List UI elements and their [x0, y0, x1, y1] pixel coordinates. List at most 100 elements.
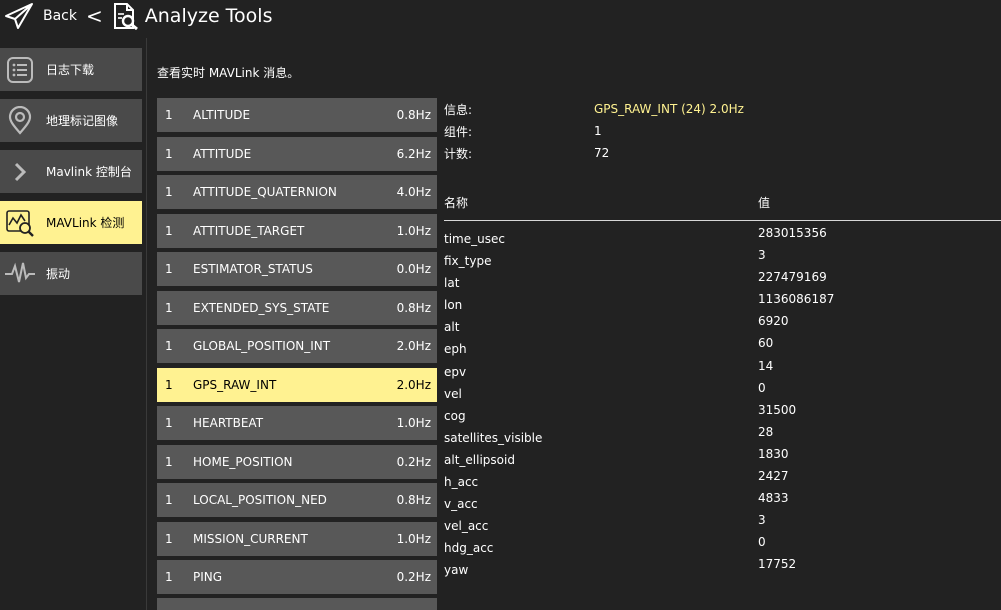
back-button[interactable]: Back < [4, 2, 103, 30]
message-name: GLOBAL_POSITION_INT [193, 339, 331, 353]
map-pin-icon [2, 103, 38, 139]
field-row: alt_ellipsoid 1830 [444, 447, 1001, 469]
field-name: h_acc [444, 475, 479, 490]
field-row: lon 1136086187 [444, 292, 1001, 314]
message-rate: 0.0Hz [396, 262, 431, 276]
message-rate: 0.2Hz [396, 454, 431, 469]
chart-inspect-icon [2, 205, 38, 241]
waveform-icon [2, 256, 38, 292]
toolbar: Back < Analyze Tools [0, 0, 1001, 32]
field-value: 2427 [758, 469, 789, 484]
column-header-name: 名称 [444, 196, 469, 210]
message-row[interactable]: 1 HOME_POSITION 0.2Hz [157, 444, 437, 479]
message-component-id: 1 [165, 262, 173, 276]
message-name: PING [193, 570, 223, 584]
sidebar-item-label: MAVLink 检测 [46, 216, 125, 230]
field-row: h_acc 2427 [444, 469, 1001, 491]
sidebar-item-geotag-images[interactable]: 地理标记图像 [0, 99, 142, 142]
back-label: Back [43, 8, 77, 24]
field-value: 1136086187 [758, 292, 835, 307]
message-row-partial[interactable] [157, 598, 437, 610]
message-name: EXTENDED_SYS_STATE [193, 300, 330, 315]
sidebar: 日志下载 地理标记图像 Mavlink 控制台 MAVLink 检测 振动 [0, 38, 147, 610]
field-value: 17752 [758, 557, 797, 572]
message-component-id: 1 [165, 185, 173, 199]
field-row: satellites_visible 28 [444, 425, 1001, 447]
field-name: vel [444, 386, 462, 401]
sidebar-item-log-download[interactable]: 日志下载 [0, 48, 142, 91]
field-value: 28 [758, 424, 774, 439]
info-component-value: 1 [594, 124, 602, 138]
message-row[interactable]: 1 MISSION_CURRENT 1.0Hz [157, 521, 437, 556]
field-name: lat [444, 276, 460, 291]
field-name: time_usec [444, 232, 505, 246]
paper-plane-icon [5, 3, 33, 29]
message-rate: 6.2Hz [396, 146, 431, 161]
field-value: 227479169 [758, 270, 827, 285]
field-name: alt [444, 320, 460, 335]
message-rate: 0.2Hz [396, 570, 431, 584]
message-row[interactable]: 1 LOCAL_POSITION_NED 0.8Hz [157, 483, 437, 517]
field-row: lat 227479169 [444, 270, 1001, 292]
message-name: LOCAL_POSITION_NED [193, 493, 327, 507]
sidebar-item-mavlink-console[interactable]: Mavlink 控制台 [0, 150, 142, 193]
field-name: vel_acc [444, 519, 489, 534]
field-name: v_acc [444, 497, 478, 512]
field-row: epv 14 [444, 359, 1001, 381]
page-description: 查看实时 MAVLink 消息。 [157, 66, 300, 80]
message-row[interactable]: 1 GLOBAL_POSITION_INT 2.0Hz [157, 329, 437, 363]
message-row[interactable]: 1 ALTITUDE 0.8Hz [157, 98, 437, 132]
message-name: ATTITUDE_TARGET [193, 223, 305, 238]
back-chevron: < [86, 4, 103, 28]
field-row: eph 60 [444, 336, 1001, 358]
message-row[interactable]: 1 PING 0.2Hz [157, 560, 437, 594]
field-name: cog [444, 408, 466, 423]
info-count-value: 72 [594, 146, 610, 160]
info-message-value: GPS_RAW_INT (24) 2.0Hz [594, 102, 744, 116]
info-count-label: 计数: [444, 146, 473, 161]
message-rate: 1.0Hz [396, 531, 431, 546]
message-info: 信息: GPS_RAW_INT (24) 2.0Hz 组件: 1 计数: 72 [444, 98, 944, 164]
message-component-id: 1 [165, 377, 173, 392]
sidebar-item-vibration[interactable]: 振动 [0, 252, 142, 295]
field-value: 3 [758, 248, 766, 263]
info-component-row: 组件: 1 [444, 120, 944, 142]
message-row[interactable]: 1 HEARTBEAT 1.0Hz [157, 406, 437, 440]
field-name: yaw [444, 563, 469, 578]
fields-table: time_usec 283015356 fix_type 3 lat 22747916… [444, 226, 1001, 580]
message-rate: 2.0Hz [396, 339, 431, 353]
message-row[interactable]: 1 ATTITUDE_QUATERNION 4.0Hz [157, 175, 437, 209]
message-component-id: 1 [165, 223, 173, 238]
message-row[interactable]: 1 ATTITUDE 6.2Hz [157, 136, 437, 171]
message-component-id: 1 [165, 493, 173, 507]
field-row: v_acc 4833 [444, 491, 1001, 513]
field-value: 6920 [758, 314, 789, 329]
message-row[interactable]: 1 ATTITUDE_TARGET 1.0Hz [157, 213, 437, 248]
field-row: yaw 17752 [444, 557, 1001, 579]
field-value: 14 [758, 358, 774, 373]
message-name: MISSION_CURRENT [193, 531, 308, 546]
field-value: 283015356 [758, 226, 827, 240]
field-row: fix_type 3 [444, 248, 1001, 270]
sidebar-item-label: 地理标记图像 [46, 114, 119, 128]
message-row[interactable]: 1 EXTENDED_SYS_STATE 0.8Hz [157, 290, 437, 325]
sidebar-item-mavlink-inspector[interactable]: MAVLink 检测 [0, 201, 142, 244]
field-row: time_usec 283015356 [444, 226, 1001, 248]
field-value: 60 [758, 336, 774, 351]
message-name: GPS_RAW_INT [193, 377, 277, 392]
field-row: alt 6920 [444, 314, 1001, 336]
field-row: vel_acc 3 [444, 513, 1001, 535]
message-name: HOME_POSITION [193, 454, 293, 469]
message-name: HEARTBEAT [193, 416, 264, 430]
field-name: satellites_visible [444, 430, 543, 445]
message-component-id: 1 [165, 416, 173, 430]
message-row[interactable]: 1 ESTIMATOR_STATUS 0.0Hz [157, 252, 437, 286]
message-rate: 1.0Hz [396, 416, 431, 430]
message-rate: 0.8Hz [396, 300, 431, 315]
list-icon [2, 52, 38, 88]
info-count-row: 计数: 72 [444, 142, 944, 164]
message-row-selected[interactable]: 1 GPS_RAW_INT 2.0Hz [157, 367, 437, 402]
column-header-value: 值 [758, 196, 771, 210]
message-component-id: 1 [165, 146, 173, 161]
message-rate: 4.0Hz [396, 185, 431, 199]
